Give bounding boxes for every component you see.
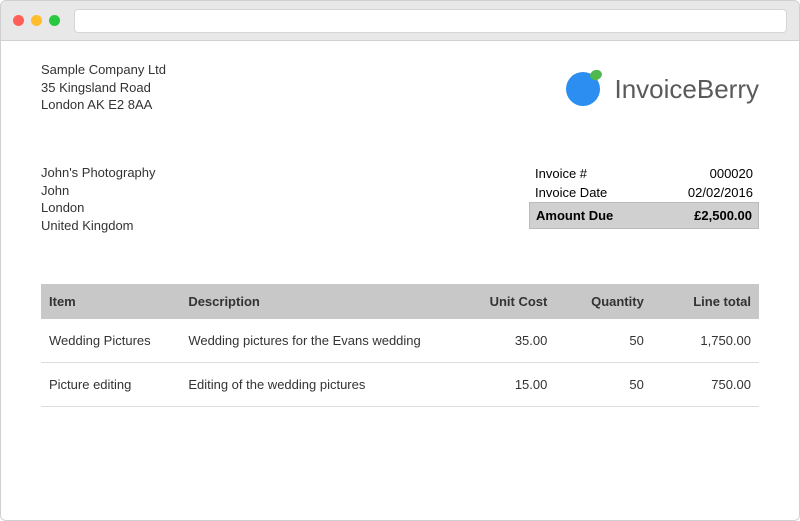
cell-description: Editing of the wedding pictures <box>180 363 448 407</box>
recipient-company: John's Photography <box>41 164 156 182</box>
invoice-date-label: Invoice Date <box>535 185 607 200</box>
table-row: Wedding Pictures Wedding pictures for th… <box>41 319 759 363</box>
invoiceberry-icon <box>563 65 607 114</box>
header-quantity: Quantity <box>555 284 651 319</box>
table-row: Picture editing Editing of the wedding p… <box>41 363 759 407</box>
sender-company: Sample Company Ltd <box>41 61 166 79</box>
details-row: John's Photography John London United Ki… <box>41 164 759 234</box>
cell-item: Picture editing <box>41 363 180 407</box>
window-controls <box>13 15 60 26</box>
cell-quantity: 50 <box>555 319 651 363</box>
recipient-city: London <box>41 199 156 217</box>
cell-item: Wedding Pictures <box>41 319 180 363</box>
minimize-button[interactable] <box>31 15 42 26</box>
brand-name: InvoiceBerry <box>615 74 760 105</box>
header-item: Item <box>41 284 180 319</box>
cell-line-total: 1,750.00 <box>652 319 759 363</box>
browser-titlebar <box>1 1 799 41</box>
cell-description: Wedding pictures for the Evans wedding <box>180 319 448 363</box>
invoice-number-value: 000020 <box>710 166 753 181</box>
maximize-button[interactable] <box>49 15 60 26</box>
line-items-table: Item Description Unit Cost Quantity Line… <box>41 284 759 407</box>
close-button[interactable] <box>13 15 24 26</box>
brand-logo: InvoiceBerry <box>563 65 760 114</box>
invoice-date-value: 02/02/2016 <box>688 185 753 200</box>
recipient-name: John <box>41 182 156 200</box>
sender-address: Sample Company Ltd 35 Kingsland Road Lon… <box>41 61 166 114</box>
sender-city-postal: London AK E2 8AA <box>41 96 166 114</box>
sender-street: 35 Kingsland Road <box>41 79 166 97</box>
invoice-date-row: Invoice Date 02/02/2016 <box>529 183 759 202</box>
table-header-row: Item Description Unit Cost Quantity Line… <box>41 284 759 319</box>
browser-window: Sample Company Ltd 35 Kingsland Road Lon… <box>0 0 800 521</box>
amount-due-label: Amount Due <box>536 208 613 223</box>
url-bar[interactable] <box>74 9 787 33</box>
cell-unit-cost: 15.00 <box>448 363 555 407</box>
header-unit-cost: Unit Cost <box>448 284 555 319</box>
invoice-number-row: Invoice # 000020 <box>529 164 759 183</box>
invoice-document: Sample Company Ltd 35 Kingsland Road Lon… <box>1 41 799 520</box>
cell-line-total: 750.00 <box>652 363 759 407</box>
invoice-meta-box: Invoice # 000020 Invoice Date 02/02/2016… <box>529 164 759 229</box>
header-line-total: Line total <box>652 284 759 319</box>
recipient-address: John's Photography John London United Ki… <box>41 164 156 234</box>
cell-unit-cost: 35.00 <box>448 319 555 363</box>
recipient-country: United Kingdom <box>41 217 156 235</box>
header-row: Sample Company Ltd 35 Kingsland Road Lon… <box>41 61 759 114</box>
cell-quantity: 50 <box>555 363 651 407</box>
amount-due-value: £2,500.00 <box>694 208 752 223</box>
header-description: Description <box>180 284 448 319</box>
amount-due-row: Amount Due £2,500.00 <box>529 202 759 229</box>
invoice-number-label: Invoice # <box>535 166 587 181</box>
